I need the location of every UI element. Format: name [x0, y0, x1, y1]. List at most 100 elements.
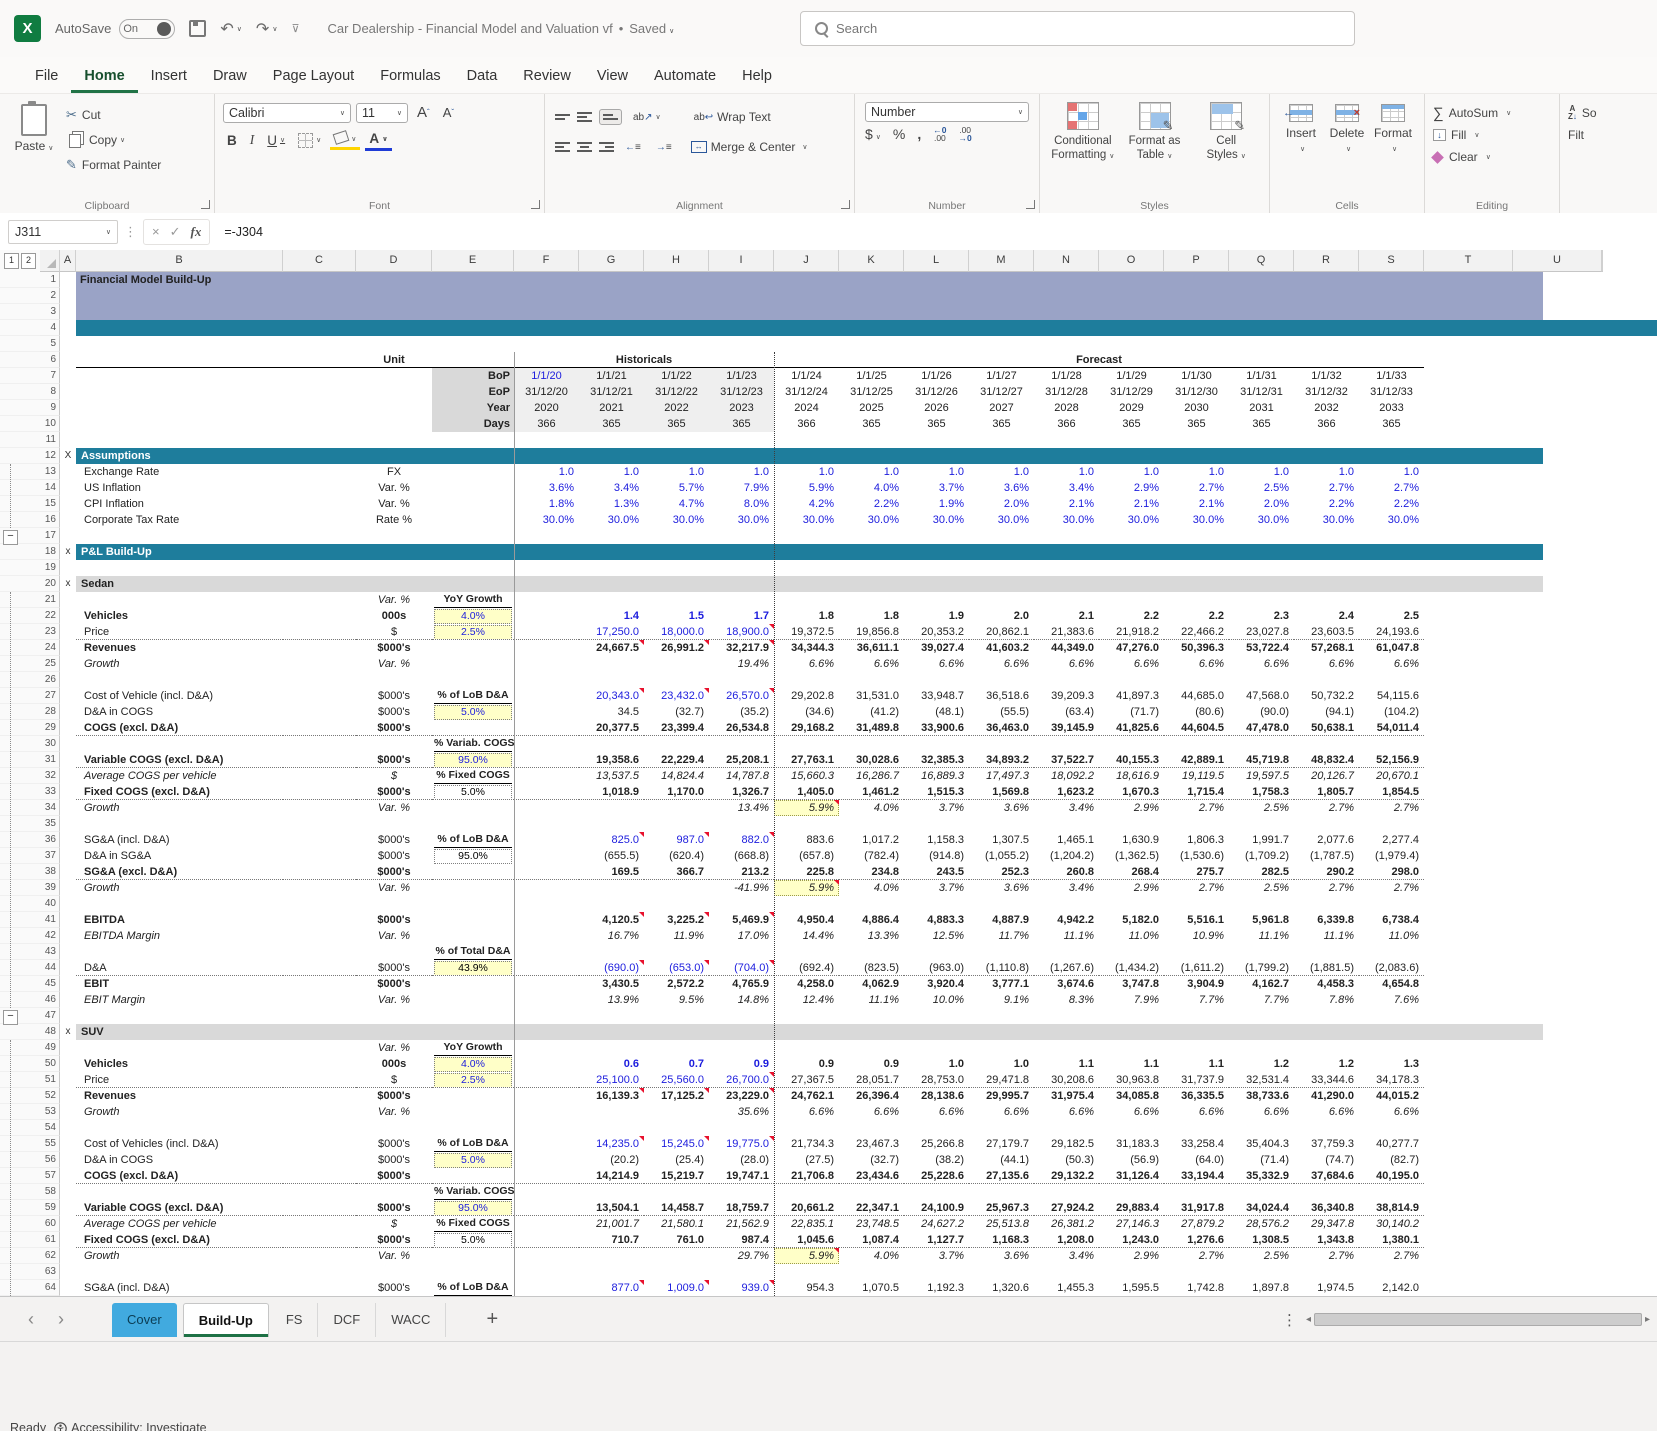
- cell[interactable]: Var. %: [356, 496, 432, 512]
- cell[interactable]: % of Total D&A: [432, 944, 514, 960]
- cell[interactable]: 260.8: [1034, 864, 1099, 880]
- cell[interactable]: 25,228.6: [904, 1168, 969, 1184]
- cell[interactable]: (48.1): [904, 704, 969, 720]
- cell[interactable]: 2.9%: [1099, 480, 1164, 496]
- cell[interactable]: [709, 944, 774, 960]
- cell[interactable]: 3.4%: [1034, 480, 1099, 496]
- cell[interactable]: [839, 1184, 904, 1200]
- cell[interactable]: 2.2: [1164, 608, 1229, 624]
- cell[interactable]: % of LoB D&A: [432, 688, 514, 704]
- cell[interactable]: [514, 1216, 579, 1232]
- cell[interactable]: [1034, 736, 1099, 752]
- cell[interactable]: Growth: [76, 656, 283, 672]
- cell[interactable]: (71.4): [1229, 1152, 1294, 1168]
- cell[interactable]: 939.0: [709, 1280, 774, 1296]
- cell[interactable]: 8.3%: [1034, 992, 1099, 1008]
- cell[interactable]: 2.2: [1099, 608, 1164, 624]
- cell[interactable]: 365: [1164, 416, 1229, 432]
- row-header-58[interactable]: 58: [40, 1184, 60, 1200]
- underline-button[interactable]: U∨: [263, 131, 289, 150]
- cell[interactable]: 2,277.4: [1359, 832, 1424, 848]
- cell[interactable]: 3.7%: [904, 1248, 969, 1264]
- cell[interactable]: 48,832.4: [1294, 752, 1359, 768]
- cell[interactable]: 1,018.9: [579, 784, 644, 800]
- cell[interactable]: [644, 736, 709, 752]
- cell[interactable]: [904, 592, 969, 608]
- cell[interactable]: D&A: [76, 960, 283, 976]
- accounting-format-button[interactable]: $∨: [865, 126, 881, 142]
- cell[interactable]: 0.9: [709, 1056, 774, 1072]
- cell[interactable]: 2.5%: [432, 624, 514, 640]
- input-cell[interactable]: 43.9%: [434, 961, 512, 976]
- cell[interactable]: 26,700.0: [709, 1072, 774, 1088]
- row-header-49[interactable]: 49: [40, 1040, 60, 1056]
- align-center-icon[interactable]: [577, 140, 592, 154]
- cell[interactable]: 2,077.6: [1294, 832, 1359, 848]
- cell[interactable]: [1099, 1184, 1164, 1200]
- cell[interactable]: 26,381.2: [1034, 1216, 1099, 1232]
- cell[interactable]: [839, 736, 904, 752]
- outline-collapse-button[interactable]: −: [3, 530, 18, 545]
- cell[interactable]: [1164, 736, 1229, 752]
- cell[interactable]: 31/12/31: [1229, 384, 1294, 400]
- cell[interactable]: [432, 720, 514, 736]
- cell[interactable]: 22,347.1: [839, 1200, 904, 1216]
- cell[interactable]: 3.7%: [904, 800, 969, 816]
- cell[interactable]: 28,753.0: [904, 1072, 969, 1088]
- cell[interactable]: FX: [356, 464, 432, 480]
- cell[interactable]: 26,991.2: [644, 640, 709, 656]
- cell[interactable]: Var. %: [356, 992, 432, 1008]
- cell[interactable]: [1359, 736, 1424, 752]
- row-header-24[interactable]: 24: [40, 640, 60, 656]
- cell[interactable]: 26,534.8: [709, 720, 774, 736]
- row-header-44[interactable]: 44: [40, 960, 60, 976]
- cell[interactable]: [644, 1184, 709, 1200]
- cell[interactable]: 30.0%: [969, 512, 1034, 528]
- cell[interactable]: (41.2): [839, 704, 904, 720]
- cell[interactable]: (44.1): [969, 1152, 1034, 1168]
- cell[interactable]: [514, 768, 579, 784]
- number-dialog-launcher-icon[interactable]: [1026, 200, 1035, 209]
- cell[interactable]: [1294, 1040, 1359, 1056]
- cell[interactable]: % of LoB D&A: [432, 832, 514, 848]
- cell[interactable]: $000's: [356, 960, 432, 976]
- cell[interactable]: 6.6%: [1359, 656, 1424, 672]
- cell[interactable]: 34.5: [579, 704, 644, 720]
- insert-cells-button[interactable]: ← Insert∨: [1278, 102, 1324, 154]
- cell[interactable]: 19,597.5: [1229, 768, 1294, 784]
- cell[interactable]: 15,245.0: [644, 1136, 709, 1152]
- cell[interactable]: 29,168.2: [774, 720, 839, 736]
- input-cell[interactable]: 2.5%: [434, 625, 512, 640]
- cell[interactable]: 25,100.0: [579, 1072, 644, 1088]
- cell[interactable]: [514, 1248, 579, 1264]
- format-cells-button[interactable]: Format∨: [1370, 102, 1416, 154]
- cell[interactable]: 1,805.7: [1294, 784, 1359, 800]
- comma-style-button[interactable]: ,: [917, 126, 921, 142]
- cell[interactable]: [904, 1184, 969, 1200]
- cell[interactable]: 14,458.7: [644, 1200, 709, 1216]
- cell[interactable]: 3.6%: [514, 480, 579, 496]
- menu-tab-automate[interactable]: Automate: [641, 62, 729, 93]
- column-header-L[interactable]: L: [904, 250, 969, 272]
- cell[interactable]: 31/12/20: [514, 384, 579, 400]
- cell[interactable]: 47,276.0: [1099, 640, 1164, 656]
- cell[interactable]: 30.0%: [1359, 512, 1424, 528]
- cell[interactable]: [432, 464, 514, 480]
- cell[interactable]: 1.3: [1359, 1056, 1424, 1072]
- cell[interactable]: 13,504.1: [579, 1200, 644, 1216]
- cell[interactable]: 44,349.0: [1034, 640, 1099, 656]
- cell[interactable]: 44,604.5: [1164, 720, 1229, 736]
- cell[interactable]: 5.9%: [774, 1248, 839, 1264]
- cell[interactable]: 34,344.3: [774, 640, 839, 656]
- cell[interactable]: 1,326.7: [709, 784, 774, 800]
- row-header-29[interactable]: 29: [40, 720, 60, 736]
- cell[interactable]: % Variab. COGS: [432, 1184, 514, 1200]
- cell[interactable]: 57,268.1: [1294, 640, 1359, 656]
- format-as-table-button[interactable]: ✎ Format asTable∨: [1120, 102, 1190, 164]
- cell[interactable]: 35,404.3: [1229, 1136, 1294, 1152]
- column-header-R[interactable]: R: [1294, 250, 1359, 272]
- cell[interactable]: 1,630.9: [1099, 832, 1164, 848]
- row-header-20[interactable]: 20: [40, 576, 60, 592]
- cell[interactable]: [514, 832, 579, 848]
- cell[interactable]: (914.8): [904, 848, 969, 864]
